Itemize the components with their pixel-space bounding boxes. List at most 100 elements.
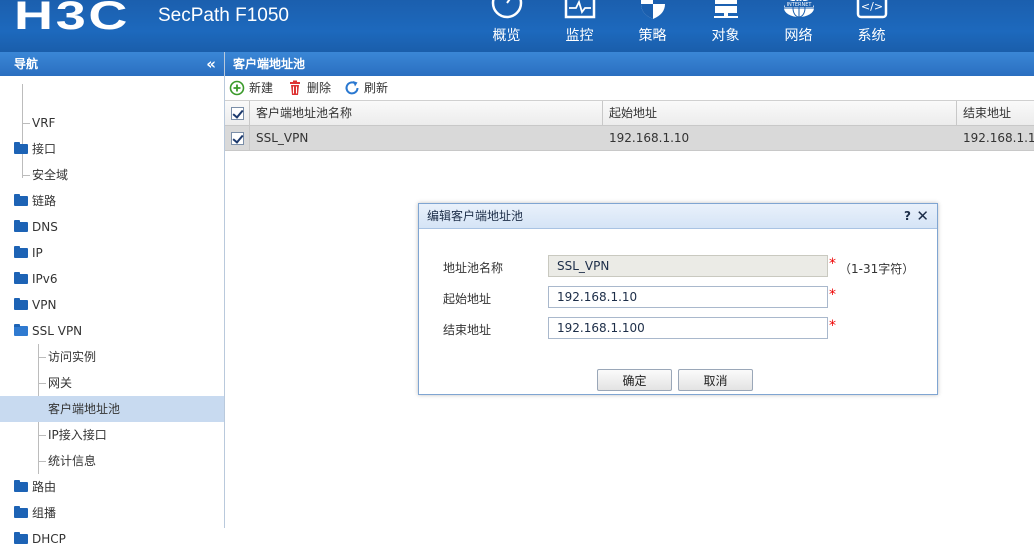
folder-icon	[14, 480, 28, 492]
pool-name-hint: （1-31字符）	[839, 262, 915, 276]
sidebar-item-client-pool[interactable]: 客户端地址池	[0, 396, 224, 422]
cancel-button[interactable]: 取消	[678, 369, 753, 391]
sidebar-item-label: 组播	[32, 506, 57, 520]
folder-icon	[14, 506, 28, 518]
page-title: 客户端地址池	[225, 52, 1034, 76]
sidebar-item-vpn[interactable]: VPN	[0, 292, 224, 318]
sidebar-item-access-instance[interactable]: 访问实例	[0, 344, 224, 370]
help-icon[interactable]: ?	[904, 204, 911, 229]
sidebar-item-ssl-vpn[interactable]: SSL VPN	[0, 318, 224, 344]
new-button[interactable]: 新建	[229, 80, 273, 97]
sidebar-item-label: IP	[32, 246, 43, 260]
sidebar-item-security-zone[interactable]: 安全域	[0, 162, 224, 188]
ok-button[interactable]: 确定	[597, 369, 672, 391]
nav-system-label: 系统	[857, 28, 886, 44]
refresh-button[interactable]: 刷新	[344, 80, 388, 97]
sidebar-item-ip[interactable]: IP	[0, 240, 224, 266]
product-name: SecPath F1050	[158, 5, 289, 26]
pool-name-input	[548, 255, 828, 277]
start-address-label: 起始地址	[443, 292, 492, 306]
nav-policy-label: 策略	[638, 28, 667, 44]
sidebar-item-ipv6[interactable]: IPv6	[0, 266, 224, 292]
sidebar-item-label: SSL VPN	[32, 324, 83, 338]
table-row[interactable]: SSL_VPN 192.168.1.10 192.168.1.100	[225, 126, 1034, 151]
sidebar-item-label: 链路	[32, 194, 57, 208]
folder-icon	[14, 220, 28, 232]
nav-monitor[interactable]: 监控	[543, 0, 616, 52]
row-select-cell	[225, 126, 250, 151]
sidebar-item-label: VPN	[32, 298, 57, 312]
refresh-icon	[345, 81, 359, 95]
close-icon[interactable]: ✕	[916, 204, 929, 229]
required-mark: *	[829, 287, 836, 303]
sidebar-item-label: IP接入接口	[48, 428, 107, 442]
sidebar-item-label: 网关	[48, 376, 73, 390]
sidebar-item-gateway[interactable]: 网关	[0, 370, 224, 396]
row-checkbox[interactable]	[231, 132, 244, 145]
folder-icon	[14, 246, 28, 258]
new-label: 新建	[249, 81, 274, 95]
monitor-icon	[564, 0, 596, 19]
field-row-name: 地址池名称 * （1-31字符）	[419, 255, 939, 279]
sidebar-item-dns[interactable]: DNS	[0, 214, 224, 240]
folder-icon	[14, 142, 28, 154]
internet-text: INTERNET	[787, 2, 813, 8]
sidebar-item-statistics[interactable]: 统计信息	[0, 448, 224, 474]
h3c-logo: H3C	[14, 0, 131, 38]
dialog-titlebar: 编辑客户端地址池 ? ✕	[419, 204, 937, 229]
nav-overview-label: 概览	[492, 28, 521, 44]
delete-button[interactable]: 删除	[287, 80, 331, 97]
sidebar-item-label: 安全域	[32, 168, 69, 182]
required-mark: *	[829, 318, 836, 334]
code-icon: </>	[856, 0, 888, 19]
folder-open-icon	[14, 324, 28, 336]
end-address-input[interactable]	[548, 317, 828, 339]
edit-pool-dialog: 编辑客户端地址池 ? ✕ 地址池名称 * （1-31字符） 起始地址 * 结束地…	[418, 203, 938, 395]
sidebar-item-label: 路由	[32, 480, 57, 494]
field-row-start: 起始地址 *	[419, 286, 939, 310]
pool-name-label: 地址池名称	[443, 261, 504, 275]
nav-overview[interactable]: 概览	[470, 0, 543, 52]
sidebar-item-dhcp[interactable]: DHCP	[0, 526, 224, 552]
cell-start: 192.168.1.10	[609, 131, 690, 145]
sidebar-title: 导航	[14, 57, 39, 71]
globe-icon: INTERNET	[784, 0, 814, 18]
nav-network[interactable]: INTERNET 网络	[762, 0, 835, 52]
nav-object[interactable]: 对象	[689, 0, 762, 52]
sidebar-item-routing[interactable]: 路由	[0, 474, 224, 500]
column-header-start[interactable]: 起始地址	[603, 101, 957, 126]
folder-icon	[14, 194, 28, 206]
server-icon	[714, 0, 738, 18]
folder-icon	[14, 298, 28, 310]
sidebar-item-label: DNS	[32, 220, 58, 234]
sidebar: 导航 « VRF 接口 安全域 链路 DNS IP IPv6 VPN SSL V…	[0, 52, 225, 546]
svg-text:</>: </>	[861, 0, 883, 13]
sidebar-item-label: VRF	[32, 116, 56, 130]
sidebar-item-multicast[interactable]: 组播	[0, 500, 224, 526]
top-header: H3C SecPath F1050 概览 监控 策略 对象 INTERNET 网…	[0, 0, 1034, 52]
required-mark: *	[829, 256, 836, 272]
sidebar-item-interface[interactable]: 接口	[0, 136, 224, 162]
start-address-input[interactable]	[548, 286, 828, 308]
folder-icon	[14, 272, 28, 284]
dialog-title: 编辑客户端地址池	[427, 209, 524, 223]
delete-label: 删除	[307, 81, 332, 95]
select-all-cell	[225, 101, 250, 126]
column-header-name[interactable]: 客户端地址池名称	[250, 101, 603, 126]
folder-icon	[14, 532, 28, 544]
sidebar-item-ip-access-interface[interactable]: IP接入接口	[0, 422, 224, 448]
cell-name: SSL_VPN	[256, 131, 309, 145]
table-header: 客户端地址池名称 起始地址 结束地址	[225, 101, 1034, 126]
column-header-end[interactable]: 结束地址	[957, 101, 1034, 126]
nav-object-label: 对象	[711, 28, 740, 44]
select-all-checkbox[interactable]	[231, 107, 244, 120]
sidebar-item-link[interactable]: 链路	[0, 188, 224, 214]
nav-network-label: 网络	[784, 28, 813, 44]
nav-policy[interactable]: 策略	[616, 0, 689, 52]
nav-system[interactable]: </> 系统	[835, 0, 908, 52]
collapse-icon[interactable]: «	[206, 52, 216, 76]
trash-icon	[290, 80, 300, 95]
sidebar-item-label: DHCP	[32, 532, 66, 546]
sidebar-item-vrf[interactable]: VRF	[0, 110, 224, 136]
shield-icon	[641, 0, 665, 19]
